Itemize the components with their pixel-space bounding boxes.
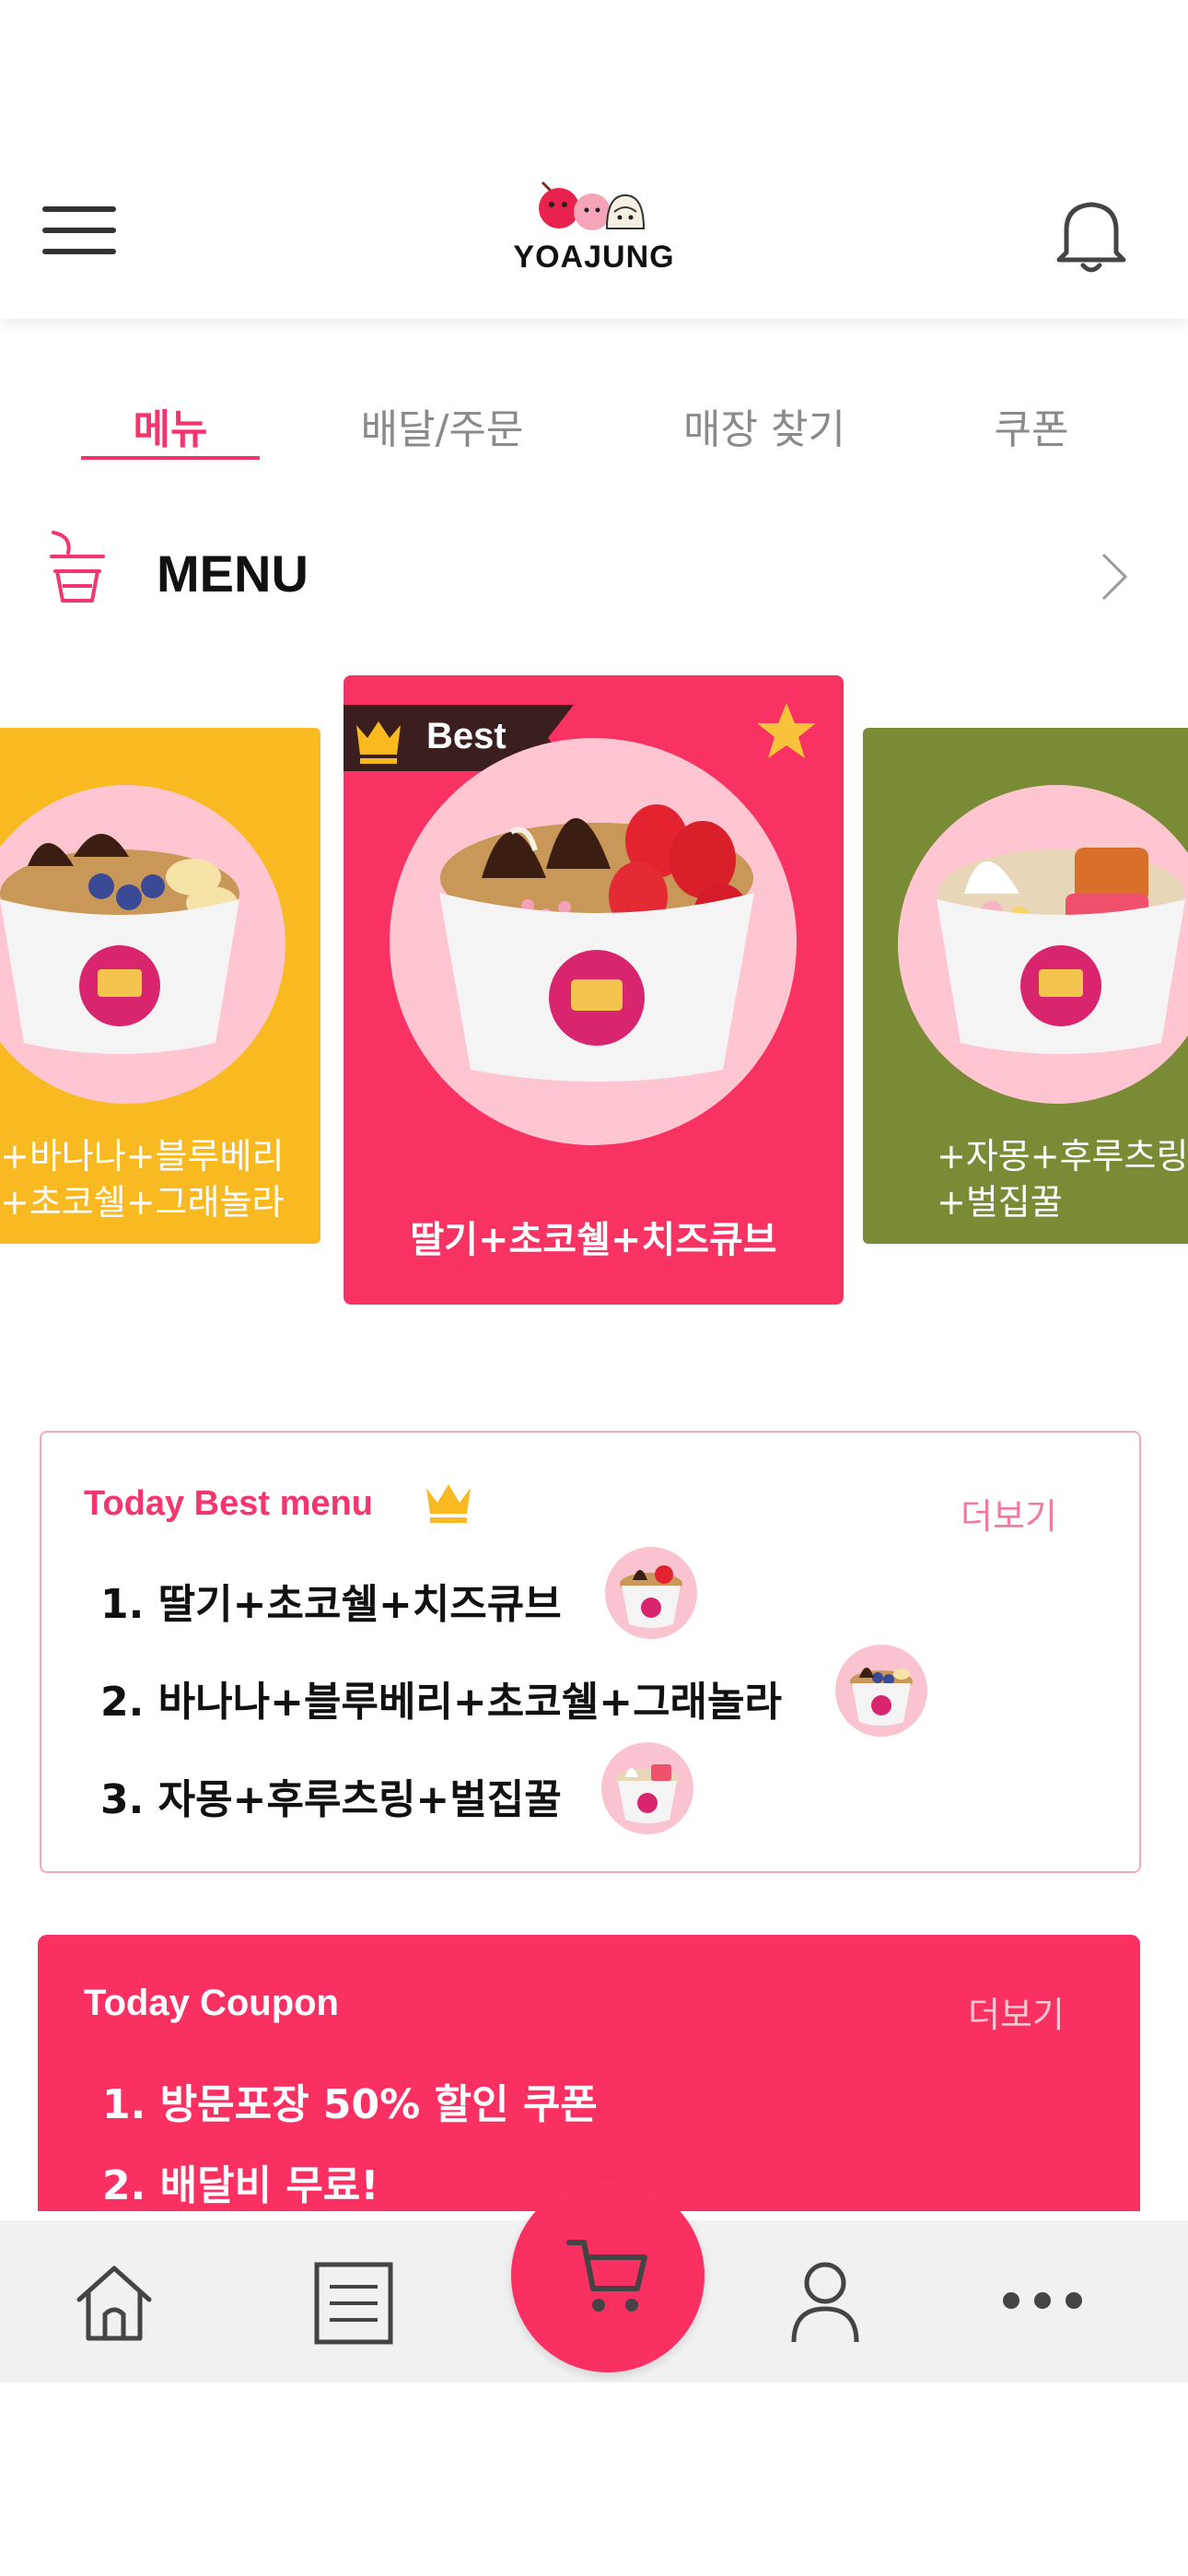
app-header: YOAJUNG	[0, 0, 1188, 319]
item-name: 딸기+초코쉘+치즈큐브	[157, 1581, 562, 1628]
hamburger-icon[interactable]	[42, 203, 122, 258]
rank-number: 1.	[100, 1581, 145, 1628]
best-menu-thumb-3	[601, 1742, 693, 1834]
yogurt-cup-icon	[50, 531, 105, 603]
active-tab-indicator	[81, 456, 260, 460]
tab-store-finder[interactable]: 매장 찾기	[663, 396, 866, 453]
tab-menu[interactable]: 메뉴	[81, 396, 260, 453]
best-menu-thumb-2	[835, 1645, 927, 1737]
coupon-item-1[interactable]: 1. 방문포장 50% 할인 쿠폰	[102, 2071, 598, 2130]
menu-card-strawberry-best[interactable]: Best 딸기+초코쉘+치즈큐브	[344, 675, 844, 1305]
menu-card-banana[interactable]: +바나나+블루베리 +초코쉘+그래놀라	[0, 728, 320, 1244]
item-name: 바나나+블루베리+초코쉘+그래놀라	[157, 1679, 782, 1726]
star-icon[interactable]	[754, 699, 819, 764]
rank-number: 2.	[102, 2162, 146, 2209]
card-title-line2: +벌집꿀	[937, 1182, 1063, 1223]
tab-delivery-order[interactable]: 배달/주문	[341, 396, 543, 453]
chevron-right-icon[interactable]	[1096, 549, 1133, 604]
brand-logo[interactable]: YOAJUNG	[511, 175, 677, 276]
logo-mascots-icon	[539, 181, 646, 230]
coupon-name: 방문포장 50% 할인 쿠폰	[159, 2081, 598, 2128]
yogurt-bowl-image	[937, 848, 1185, 1054]
item-name: 자몽+후루츠링+벌집꿀	[157, 1776, 562, 1823]
yogurt-bowl-image	[0, 834, 239, 1054]
yogurt-bowl-image	[620, 1565, 682, 1628]
crown-icon	[426, 1484, 471, 1523]
best-badge-label: Best	[426, 716, 507, 756]
best-menu-thumb-1	[605, 1547, 697, 1639]
menu-card-grapefruit[interactable]: +자몽+후루츠링 +벌집꿀	[863, 728, 1188, 1244]
yogurt-bowl-image	[439, 804, 754, 1082]
best-menu-item-3[interactable]: 3. 자몽+후루츠링+벌집꿀	[100, 1766, 562, 1825]
menu-section-title: MENU	[157, 544, 309, 603]
list-icon[interactable]	[309, 2259, 398, 2348]
best-menu-title: Today Best menu	[84, 1484, 373, 1523]
more-icon[interactable]	[1000, 2287, 1085, 2314]
coupon-title: Today Coupon	[84, 1983, 339, 2023]
best-menu-more-link[interactable]: 더보기	[961, 1488, 1057, 1539]
coupon-item-2[interactable]: 2. 배달비 무료!	[102, 2152, 379, 2211]
best-menu-item-2[interactable]: 2. 바나나+블루베리+초코쉘+그래놀라	[100, 1669, 782, 1727]
card-title-line1: +자몽+후루츠링	[937, 1136, 1188, 1177]
cart-button[interactable]	[511, 2179, 705, 2372]
user-icon[interactable]	[779, 2255, 871, 2348]
card-title-line2: +초코쉘+그래놀라	[0, 1182, 285, 1223]
coupon-name: 배달비 무료!	[159, 2162, 379, 2209]
tab-coupon[interactable]: 쿠폰	[976, 396, 1087, 453]
best-menu-item-1[interactable]: 1. 딸기+초코쉘+치즈큐브	[100, 1571, 562, 1630]
cart-icon	[566, 2240, 647, 2312]
brand-name: YOAJUNG	[513, 240, 675, 275]
card-title-line1: +바나나+블루베리	[0, 1136, 285, 1177]
today-coupon-box: Today Coupon 더보기 1. 방문포장 50% 할인 쿠폰 2. 배달…	[38, 1935, 1140, 2211]
yogurt-bowl-image	[616, 1764, 679, 1823]
rank-number: 2.	[100, 1679, 145, 1726]
today-best-menu-box: Today Best menu 더보기 1. 딸기+초코쉘+치즈큐브 2. 바나…	[40, 1431, 1141, 1873]
rank-number: 3.	[100, 1776, 145, 1823]
card-title: 딸기+초코쉘+치즈큐브	[410, 1219, 777, 1261]
coupon-more-link[interactable]: 더보기	[968, 1986, 1065, 2037]
rank-number: 1.	[102, 2081, 146, 2128]
bell-icon[interactable]	[1050, 193, 1133, 276]
yogurt-bowl-image	[850, 1668, 913, 1726]
home-icon[interactable]	[70, 2259, 158, 2348]
